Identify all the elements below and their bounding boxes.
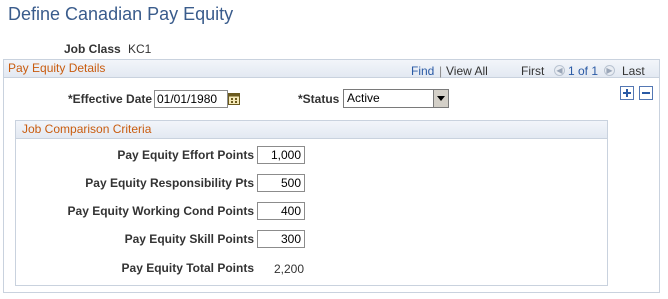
effort-points-field[interactable]	[257, 146, 305, 164]
working-cond-points-label: Pay Equity Working Cond Points	[67, 204, 254, 218]
nav-separator: |	[439, 64, 443, 78]
view-all-link[interactable]: View All	[446, 64, 488, 78]
responsibility-points-label: Pay Equity Responsibility Pts	[85, 176, 254, 190]
status-selected-value: Active	[347, 91, 380, 105]
minus-icon	[642, 92, 650, 94]
status-select[interactable]: Active	[343, 89, 449, 108]
effective-date-field[interactable]	[154, 90, 228, 108]
next-arrow-icon[interactable]: ▶	[604, 65, 615, 76]
plus-icon	[623, 89, 631, 97]
pay-equity-details-title: Pay Equity Details	[8, 61, 106, 75]
working-cond-points-field[interactable]	[257, 202, 305, 220]
effective-date-label: *Effective Date	[68, 92, 153, 106]
job-comparison-criteria-title: Job Comparison Criteria	[22, 122, 152, 136]
last-link[interactable]: Last	[622, 64, 645, 78]
delete-row-button[interactable]	[639, 86, 653, 100]
calendar-icon[interactable]	[228, 92, 240, 105]
row-position: 1 of 1	[568, 64, 599, 78]
status-label: *Status	[298, 92, 340, 106]
job-class-label: Job Class	[64, 42, 121, 56]
effort-points-label: Pay Equity Effort Points	[117, 148, 254, 162]
job-class-value: KC1	[128, 42, 152, 56]
page-title: Define Canadian Pay Equity	[8, 4, 234, 24]
previous-arrow-icon[interactable]: ◀	[554, 65, 565, 76]
add-row-button[interactable]	[620, 86, 634, 100]
skill-points-label: Pay Equity Skill Points	[124, 232, 254, 246]
dropdown-arrow-icon[interactable]	[433, 90, 448, 107]
total-points-label: Pay Equity Total Points	[121, 261, 254, 275]
skill-points-field[interactable]	[257, 230, 305, 248]
first-link[interactable]: First	[521, 64, 544, 78]
total-points-value: 2,200	[274, 262, 305, 276]
responsibility-points-field[interactable]	[257, 174, 305, 192]
find-link[interactable]: Find	[411, 64, 434, 78]
